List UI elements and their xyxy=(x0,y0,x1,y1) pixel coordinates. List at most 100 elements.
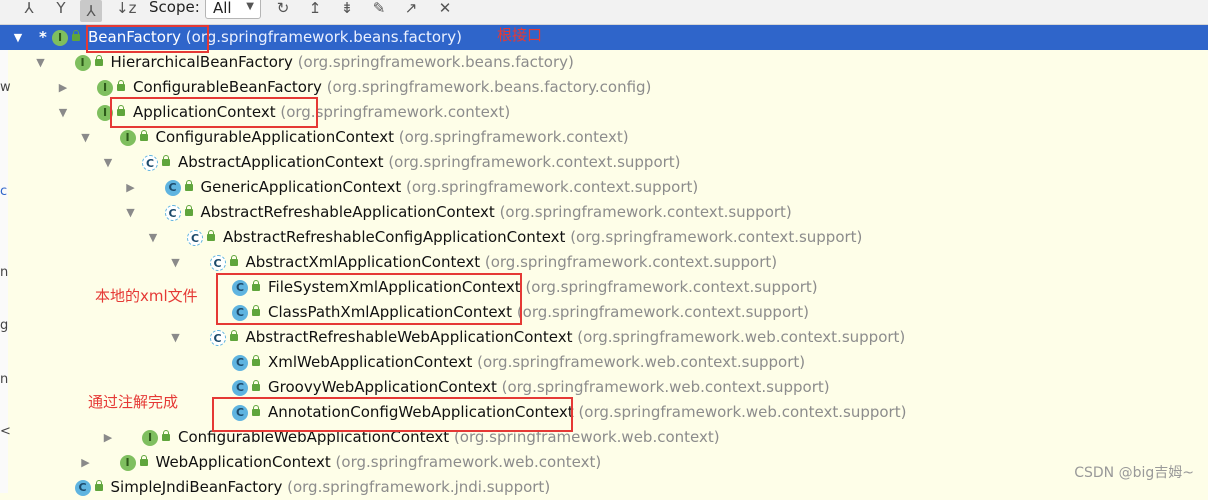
package-name: (org.springframework.beans.factory) xyxy=(181,28,462,46)
highlight-box xyxy=(110,97,318,128)
package-name: (org.springframework.context.support) xyxy=(520,278,818,296)
tree-item-label: AbstractApplicationContext (org.springfr… xyxy=(178,150,681,175)
tree-item-label: XmlWebApplicationContext (org.springfram… xyxy=(268,350,805,375)
class-icon: C xyxy=(74,480,91,496)
tree-row[interactable]: ▶ I WebApplicationContext (org.springframe… xyxy=(0,450,1208,475)
type-name: AbstractApplicationContext xyxy=(178,153,384,171)
type-name: SimpleJndiBeanFactory xyxy=(110,478,283,496)
hierarchy-toolbar: ⅄ Y ⅄ ↓z Scope: All ▼ ↻ ↥ ⇟ ✎ ↗ ✕ xyxy=(0,0,1208,25)
tree-row[interactable]: C SimpleJndiBeanFactory (org.springframew… xyxy=(0,475,1208,500)
class-icon: C xyxy=(164,180,181,196)
tree-row[interactable]: ▼ C AbstractRefreshableConfigApplicationCo… xyxy=(0,225,1208,250)
expanded-arrow-icon[interactable]: ▼ xyxy=(125,200,137,225)
collapsed-arrow-icon[interactable]: ▶ xyxy=(80,450,92,475)
type-name: HierarchicalBeanFactory xyxy=(110,53,293,71)
type-name: XmlWebApplicationContext xyxy=(268,353,473,371)
interface-icon: I xyxy=(119,455,136,471)
interface-icon: I xyxy=(52,30,68,46)
expanded-arrow-icon[interactable]: ▼ xyxy=(80,125,92,150)
public-access-icon xyxy=(139,130,148,141)
package-name: (org.springframework.web.context) xyxy=(330,453,602,471)
interface-icon: I xyxy=(74,55,91,71)
tree-row[interactable]: C AnnotationConfigWebApplicationContext (… xyxy=(0,400,1208,425)
package-name: (org.springframework.jndi.support) xyxy=(282,478,551,496)
hierarchy-icon[interactable]: ⅄ xyxy=(80,0,102,22)
public-access-icon xyxy=(72,30,80,41)
sort-alpha-icon[interactable]: ↓z xyxy=(116,0,136,16)
tree-row[interactable]: ▼ C AbstractXmlApplicationContext (org.spr… xyxy=(0,250,1208,275)
collapsed-arrow-icon[interactable]: ▶ xyxy=(102,425,114,450)
expanded-arrow-icon[interactable]: ▼ xyxy=(12,25,24,50)
refresh-icon[interactable]: ↻ xyxy=(274,0,292,16)
package-name: (org.springframework.web.context.support… xyxy=(472,353,806,371)
tree-row[interactable]: C XmlWebApplicationContext (org.springfra… xyxy=(0,350,1208,375)
package-name: (org.springframework.beans.factory.confi… xyxy=(321,78,652,96)
tree-row[interactable]: ▼ C AbstractApplicationContext (org.spring… xyxy=(0,150,1208,175)
expand-up-icon[interactable]: ↥ xyxy=(306,0,324,16)
annotation-root-interface: 根接口 xyxy=(497,26,543,44)
tree-row[interactable]: C GroovyWebApplicationContext (org.spring… xyxy=(0,375,1208,400)
close-icon[interactable]: ✕ xyxy=(436,0,454,16)
package-name: (org.springframework.context) xyxy=(393,128,629,146)
type-name: AbstractRefreshableConfigApplicationCont… xyxy=(223,228,566,246)
public-access-icon xyxy=(229,330,238,341)
tree-item-label: AbstractRefreshableConfigApplicationCont… xyxy=(223,225,862,250)
collapse-all-icon[interactable]: ⇟ xyxy=(338,0,356,16)
supertypes-icon[interactable]: ⅄ xyxy=(20,0,38,16)
tree-row[interactable]: ▶ I ConfigurableWebApplicationContext (org… xyxy=(0,425,1208,450)
public-access-icon xyxy=(252,380,260,391)
package-name: (org.springframework.web.context.support… xyxy=(573,403,907,421)
expanded-arrow-icon[interactable]: ▼ xyxy=(102,150,114,175)
expanded-arrow-icon[interactable]: ▼ xyxy=(147,225,159,250)
package-name: (org.springframework.context.support) xyxy=(383,153,681,171)
type-name: ConfigurableBeanFactory xyxy=(133,78,322,96)
abstract-class-icon: C xyxy=(142,155,158,171)
tree-item-label: HierarchicalBeanFactory (org.springframe… xyxy=(111,50,574,75)
public-access-icon xyxy=(94,480,103,491)
tree-item-label: AbstractXmlApplicationContext (org.sprin… xyxy=(246,250,778,275)
expanded-arrow-icon[interactable]: ▼ xyxy=(170,325,182,350)
class-icon: C xyxy=(232,380,248,396)
package-name: (org.springframework.context.support) xyxy=(565,228,863,246)
public-access-icon xyxy=(94,55,103,66)
public-access-icon xyxy=(162,155,170,166)
export-icon[interactable]: ↗ xyxy=(402,0,420,16)
tree-item-label: AbstractRefreshableApplicationContext (o… xyxy=(201,200,792,225)
tree-row[interactable]: ▼ C AbstractRefreshableWebApplicationConte… xyxy=(0,325,1208,350)
tree-row[interactable]: ▼ I HierarchicalBeanFactory (org.springfra… xyxy=(0,50,1208,75)
package-name: (org.springframework.context.support) xyxy=(494,203,792,221)
tree-row[interactable]: ▼ C AbstractRefreshableApplicationContext … xyxy=(0,200,1208,225)
scope-select[interactable]: All ▼ xyxy=(205,0,261,19)
public-access-icon xyxy=(117,80,125,91)
expanded-arrow-icon[interactable]: ▼ xyxy=(35,50,47,75)
pin-icon[interactable]: ✎ xyxy=(370,0,388,16)
type-name: ConfigurableApplicationContext xyxy=(155,128,394,146)
package-name: (org.springframework.context.support) xyxy=(512,303,810,321)
package-name: (org.springframework.web.context.support… xyxy=(496,378,830,396)
interface-icon: I xyxy=(119,130,136,146)
chevron-down-icon: ▼ xyxy=(246,1,254,12)
subtypes-icon[interactable]: Y xyxy=(52,0,70,16)
watermark: CSDN @big吉姆~ xyxy=(1074,465,1194,481)
public-access-icon xyxy=(184,205,193,216)
tree-item-label: GenericApplicationContext (org.springfra… xyxy=(201,175,699,200)
abstract-class-icon: C xyxy=(164,205,181,221)
expanded-arrow-icon[interactable]: ▼ xyxy=(57,100,69,125)
highlight-box xyxy=(212,397,573,432)
package-name: (org.springframework.beans.factory) xyxy=(292,53,574,71)
abstract-class-icon: C xyxy=(187,230,203,246)
tree-item-label: AbstractRefreshableWebApplicationContext… xyxy=(246,325,906,350)
public-access-icon xyxy=(252,355,260,366)
tree-row[interactable]: ▼ I ConfigurableApplicationContext (org.sp… xyxy=(0,125,1208,150)
abstract-class-icon: C xyxy=(209,255,226,271)
expanded-arrow-icon[interactable]: ▼ xyxy=(170,250,182,275)
type-name: AbstractXmlApplicationContext xyxy=(245,253,481,271)
scope-label: Scope: xyxy=(149,0,200,16)
tree-row[interactable]: ▶ C GenericApplicationContext (org.springf… xyxy=(0,175,1208,200)
focus-star-icon: * xyxy=(39,28,47,46)
type-name: AbstractRefreshableWebApplicationContext xyxy=(245,328,573,346)
collapsed-arrow-icon[interactable]: ▶ xyxy=(125,175,137,200)
package-name: (org.springframework.context.support) xyxy=(401,178,699,196)
collapsed-arrow-icon[interactable]: ▶ xyxy=(57,75,69,100)
tree-item-label: SimpleJndiBeanFactory (org.springframewo… xyxy=(111,475,551,500)
